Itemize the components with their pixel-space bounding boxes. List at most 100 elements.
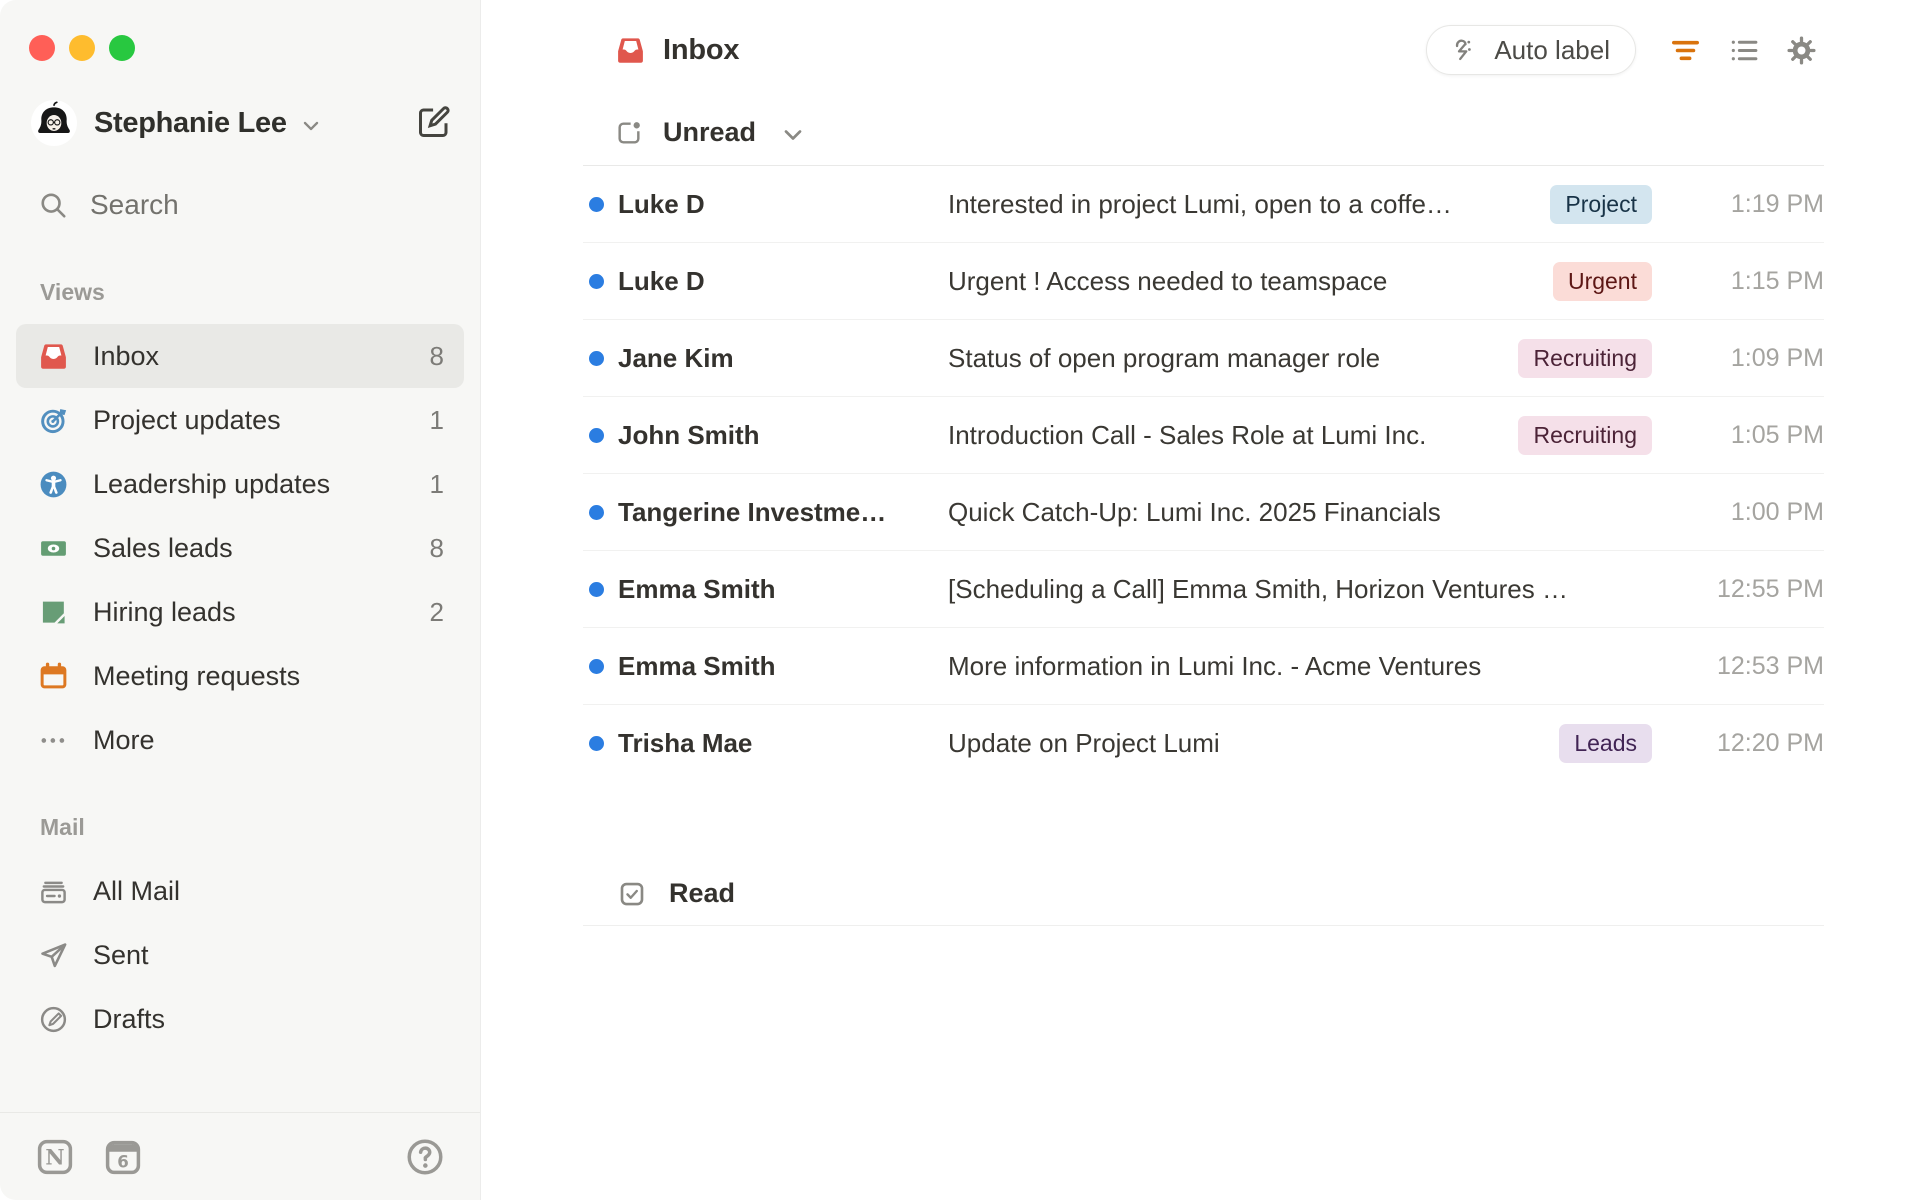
calendar-app-icon[interactable]: 6	[102, 1136, 144, 1178]
unread-dot-icon	[589, 273, 604, 289]
sidebar-item-count: 1	[429, 404, 444, 435]
email-sender: John Smith	[618, 419, 760, 450]
email-sender: Luke D	[618, 188, 705, 219]
sidebar-item-drafts[interactable]: Drafts	[16, 987, 464, 1051]
email-tag: Project	[1550, 184, 1652, 224]
sidebar-item-label: Sent	[93, 939, 149, 970]
sidebar-item-inbox[interactable]: Inbox 8	[16, 324, 464, 388]
accessibility-icon	[38, 469, 69, 500]
send-icon	[38, 940, 69, 971]
target-icon	[38, 405, 69, 436]
email-subject: Urgent ! Access needed to teamspace	[948, 265, 1388, 296]
filter-button[interactable]	[1662, 27, 1708, 73]
account-switcher[interactable]: Stephanie Lee	[0, 99, 480, 147]
settings-button[interactable]	[1778, 27, 1824, 73]
sidebar-item-leadership-updates[interactable]: Leadership updates 1	[16, 452, 464, 516]
sidebar-item-label: More	[93, 724, 155, 755]
email-tag: Urgent	[1552, 261, 1652, 301]
email-subject: Update on Project Lumi	[948, 728, 1220, 758]
sidebar-item-project-updates[interactable]: Project updates 1	[16, 388, 464, 452]
svg-text:6: 6	[117, 1152, 129, 1171]
search-button[interactable]: Search	[0, 181, 480, 229]
sidebar-item-label: Leadership updates	[93, 468, 331, 499]
email-row[interactable]: Trisha Mae Update on Project Lumi Leads …	[583, 705, 1824, 782]
sidebar: Stephanie Lee Search Views Inbox 8 Proje…	[0, 0, 481, 1200]
unread-dot-icon	[589, 504, 604, 520]
sidebar-item-more[interactable]: More	[16, 708, 464, 772]
mail-section-label: Mail	[40, 814, 85, 840]
sidebar-item-sent[interactable]: Sent	[16, 923, 464, 987]
unread-icon	[615, 119, 643, 147]
page-title: Inbox	[663, 33, 740, 66]
email-time: 12:20 PM	[1716, 729, 1824, 757]
drafts-icon	[38, 1004, 69, 1035]
email-time: 12:53 PM	[1716, 651, 1824, 680]
unread-dot-icon	[589, 581, 604, 597]
sidebar-item-count: 8	[429, 532, 444, 563]
email-subject: Interested in project Lumi, open to a co…	[948, 188, 1452, 219]
email-row[interactable]: John Smith Introduction Call - Sales Rol…	[583, 397, 1824, 474]
window-controls	[0, 0, 480, 61]
email-sender: Luke D	[618, 265, 705, 296]
ellipsis-icon	[38, 725, 69, 756]
email-sender: Trisha Mae	[618, 728, 753, 758]
email-subject: More information in Lumi Inc. - Acme Ven…	[948, 650, 1482, 681]
compose-button[interactable]	[414, 103, 454, 143]
sidebar-item-label: Inbox	[93, 340, 160, 371]
close-window-button[interactable]	[29, 35, 55, 61]
chevron-down-icon	[779, 121, 807, 149]
unread-dot-icon	[589, 427, 604, 443]
filter-icon	[1669, 34, 1702, 67]
unread-dot-icon	[589, 196, 604, 212]
email-row[interactable]: Tangerine Investme… Quick Catch-Up: Lumi…	[583, 474, 1824, 551]
compose-icon	[416, 104, 452, 140]
list-view-icon	[1727, 34, 1760, 67]
email-sender: Emma Smith	[618, 573, 776, 604]
email-row[interactable]: Luke D Urgent ! Access needed to teamspa…	[583, 243, 1824, 320]
email-subject: Status of open program manager role	[948, 342, 1381, 373]
sidebar-item-all-mail[interactable]: All Mail	[16, 859, 464, 923]
notion-logo-icon[interactable]: N	[34, 1136, 76, 1178]
note-icon	[38, 597, 69, 628]
sidebar-item-label: Project updates	[93, 404, 281, 435]
read-checkbox-icon	[617, 879, 647, 909]
email-sender: Jane Kim	[618, 342, 734, 373]
read-label: Read	[669, 878, 736, 908]
list-view-button[interactable]	[1720, 27, 1766, 73]
email-time: 1:00 PM	[1730, 497, 1824, 526]
app-window: Stephanie Lee Search Views Inbox 8 Proje…	[0, 0, 1920, 1200]
email-row[interactable]: Emma Smith More information in Lumi Inc.…	[583, 628, 1824, 705]
email-row[interactable]: Emma Smith [Scheduling a Call] Emma Smit…	[583, 551, 1824, 628]
email-row[interactable]: Luke D Interested in project Lumi, open …	[583, 166, 1824, 243]
sidebar-item-hiring-leads[interactable]: Hiring leads 2	[16, 580, 464, 644]
auto-label-text: Auto label	[1494, 34, 1610, 65]
unread-section-header[interactable]: Unread	[583, 100, 1824, 166]
sidebar-item-count: 8	[429, 340, 444, 371]
help-icon[interactable]	[404, 1136, 446, 1178]
sidebar-item-label: Meeting requests	[93, 660, 301, 691]
auto-label-button[interactable]: Auto label	[1426, 25, 1636, 75]
minimize-window-button[interactable]	[69, 35, 95, 61]
email-tag: Recruiting	[1518, 415, 1652, 455]
email-time: 1:19 PM	[1730, 189, 1824, 218]
header-actions: Auto label	[1426, 25, 1824, 75]
sidebar-item-label: Hiring leads	[93, 596, 236, 627]
search-label: Search	[90, 189, 179, 220]
sidebar-item-meeting-requests[interactable]: Meeting requests	[16, 644, 464, 708]
gear-icon	[1785, 34, 1818, 67]
email-tag: Leads	[1559, 724, 1652, 763]
inbox-icon	[615, 35, 646, 66]
sidebar-footer: N 6	[0, 1112, 480, 1200]
auto-label-icon	[1452, 36, 1481, 65]
account-name: Stephanie Lee	[94, 106, 287, 139]
views-section-label: Views	[40, 279, 105, 305]
main-header: Inbox Auto label	[583, 0, 1824, 100]
mail-nav: All Mail Sent Drafts	[0, 859, 480, 1051]
mail-content: Inbox Auto label Unread Luke D Intereste…	[481, 0, 1920, 1200]
read-section-header[interactable]: Read	[583, 862, 1824, 926]
chevron-down-icon	[299, 114, 323, 138]
email-row[interactable]: Jane Kim Status of open program manager …	[583, 320, 1824, 397]
sidebar-item-sales-leads[interactable]: Sales leads 8	[16, 516, 464, 580]
all-mail-icon	[38, 876, 69, 907]
maximize-window-button[interactable]	[109, 35, 135, 61]
